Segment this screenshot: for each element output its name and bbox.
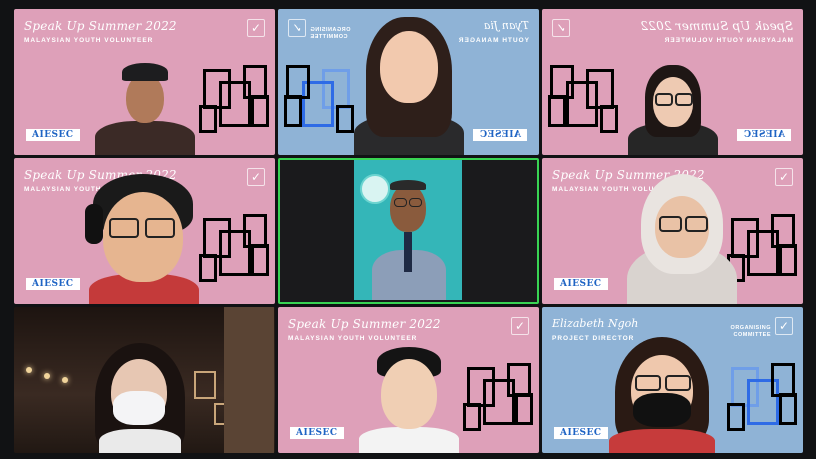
participant-tile[interactable]: Elizabeth Ngoh PROJECT DIRECTOR ORGANISI… [542,307,803,453]
checkmark-logo-icon: ✓ [511,317,529,335]
participant-tile[interactable]: Speak Up Summer 2022 MALAYSIAN YOUTH VOL… [278,307,539,453]
participant-tile[interactable] [14,307,275,453]
participant-tile[interactable]: Speak Up Summer 2022 MALAYSIAN YOUTH VOL… [14,9,275,155]
aiesec-logo: AIESEC [737,129,791,141]
checkmark-logo-icon: ✓ [775,317,793,335]
decorative-frames [199,65,269,137]
aiesec-logo: AIESEC [473,129,527,141]
event-subtitle: MALAYSIAN YOUTH VOLUNTEER [24,37,154,44]
decorative-frames [548,65,618,137]
participant-video [607,337,717,453]
event-subtitle: MALAYSIAN YOUTH VOLUNTEER [288,335,418,342]
decorative-frames [199,214,269,286]
participant-name-banner: Tyan Jia [483,19,529,32]
participant-tile[interactable]: Speak Up Summer 2022 MALAYSIAN YOUTH VOL… [542,9,803,155]
participant-video [623,65,723,155]
aiesec-logo: AIESEC [290,427,344,439]
committee-label: ORGANISING COMMITTEE [730,325,771,338]
wall-decoration [360,174,390,204]
aiesec-logo: AIESEC [554,278,608,290]
event-title: Speak Up Summer 2022 [24,19,177,33]
participant-video [85,343,195,453]
decorative-frames [727,363,797,435]
participant-tile[interactable]: Speak Up Summer 2022 MALAYSIAN YOUTH VOL… [542,158,803,304]
checkmark-logo-icon: ✓ [247,168,265,186]
participant-video [354,160,462,300]
participant-video [358,347,459,453]
participant-name-banner: Elizabeth Ngoh [552,317,639,330]
participant-video [344,15,474,155]
video-gallery: Speak Up Summer 2022 MALAYSIAN YOUTH VOL… [14,9,804,457]
decorative-frames [463,363,533,435]
event-title: Speak Up Summer 2022 [640,19,793,33]
participant-tile[interactable]: Speak Up Summer 2022 MALAYSIAN YOUTH VOL… [14,158,275,304]
participant-video [627,174,737,304]
decorative-frames [727,214,797,286]
participant-video [79,174,209,304]
checkmark-logo-icon: ✓ [552,19,570,37]
event-subtitle: MALAYSIAN YOUTH VOLUNTEER [663,37,793,44]
active-speaker-tile[interactable] [278,158,539,304]
participant-tile[interactable]: Tyan Jia YOUTH MANAGER ✓ ORGANISING COMM… [278,9,539,155]
aiesec-logo: AIESEC [26,129,80,141]
aiesec-logo: AIESEC [554,427,608,439]
event-title: Speak Up Summer 2022 [288,317,441,331]
aiesec-logo: AIESEC [26,278,80,290]
checkmark-logo-icon: ✓ [288,19,306,37]
checkmark-logo-icon: ✓ [247,19,265,37]
checkmark-logo-icon: ✓ [775,168,793,186]
participant-video [90,55,200,155]
